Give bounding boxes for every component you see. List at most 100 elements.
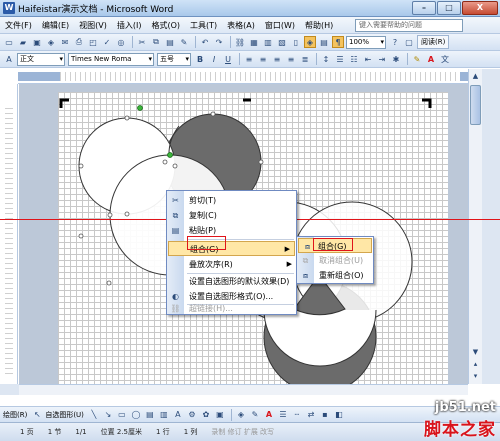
print-preview-icon[interactable]: ◰ <box>87 36 99 48</box>
menu-file[interactable]: 文件(F) <box>0 20 37 31</box>
textbox-icon[interactable]: ▤ <box>144 409 156 421</box>
show-hide-icon[interactable]: ¶ <box>332 36 344 48</box>
clipart-icon[interactable]: ✿ <box>200 409 212 421</box>
cut-icon[interactable]: ✂ <box>136 36 148 48</box>
arrow-icon[interactable]: ↘ <box>102 409 114 421</box>
scroll-up-icon[interactable]: ▲ <box>470 71 481 82</box>
help-search-input[interactable]: 键入需要帮助的问题 <box>355 19 463 32</box>
new-document-icon[interactable]: ▭ <box>3 36 15 48</box>
menu-window[interactable]: 窗口(W) <box>260 20 300 31</box>
copy-icon[interactable]: ⧉ <box>150 36 162 48</box>
next-page-icon[interactable]: ▾ <box>470 371 481 382</box>
zoom-select[interactable]: 100% <box>346 35 386 49</box>
phonetic-icon[interactable]: 文 <box>439 53 451 65</box>
fill-color-icon[interactable]: ◈ <box>235 409 247 421</box>
3d-icon[interactable]: ◧ <box>333 409 345 421</box>
print-icon[interactable]: ⎙ <box>73 36 85 48</box>
save-icon[interactable]: ▣ <box>31 36 43 48</box>
highlight-icon[interactable]: ✎ <box>411 53 423 65</box>
line-icon[interactable]: ╲ <box>88 409 100 421</box>
menu-insert[interactable]: 插入(I) <box>112 20 147 31</box>
style-select[interactable]: 正文 <box>17 52 65 66</box>
scrollbar-thumb[interactable] <box>470 85 481 125</box>
tables-borders-icon[interactable]: ▦ <box>248 36 260 48</box>
distributed-icon[interactable]: ≣ <box>299 53 311 65</box>
align-left-icon[interactable]: ≡ <box>243 53 255 65</box>
underline-button[interactable]: U <box>222 53 234 65</box>
ctx-set-default[interactable]: 设置自选图形的默认效果(D) <box>167 274 296 289</box>
dash-style-icon[interactable]: ┄ <box>291 409 303 421</box>
draw-menu-button[interactable]: 绘图(R) <box>3 410 27 420</box>
ctx-cut[interactable]: ✂ 剪切(T) <box>167 193 296 208</box>
help-icon[interactable]: ? <box>389 36 401 48</box>
right-pane-edge <box>482 69 500 384</box>
diagram-icon[interactable]: ⚙ <box>186 409 198 421</box>
draw-font-color-icon[interactable]: A <box>263 409 275 421</box>
spelling-icon[interactable]: ✓ <box>101 36 113 48</box>
menu-format[interactable]: 格式(O) <box>146 20 185 31</box>
hyperlink-icon[interactable]: ⛓ <box>234 36 246 48</box>
permission-icon[interactable]: ◈ <box>45 36 57 48</box>
menu-edit[interactable]: 编辑(E) <box>37 20 74 31</box>
line-color-icon[interactable]: ✎ <box>249 409 261 421</box>
picture-icon[interactable]: ▣ <box>214 409 226 421</box>
horizontal-ruler[interactable] <box>18 69 500 84</box>
menu-tools[interactable]: 工具(T) <box>185 20 222 31</box>
read-mode-button[interactable]: 阅读(R) <box>417 35 450 49</box>
format-painter-icon[interactable]: ✎ <box>178 36 190 48</box>
word-app-icon[interactable]: W <box>3 2 15 14</box>
shadow-icon[interactable]: ▪ <box>319 409 331 421</box>
minimize-button[interactable]: – <box>412 1 436 15</box>
email-icon[interactable]: ✉ <box>59 36 71 48</box>
ctx-order[interactable]: 叠放次序(R) ▶ <box>167 257 296 272</box>
wordart-icon[interactable]: A <box>172 409 184 421</box>
vertical-ruler[interactable] <box>0 84 18 384</box>
insert-table-icon[interactable]: ▥ <box>262 36 274 48</box>
redo-icon[interactable]: ↷ <box>213 36 225 48</box>
drawing-icon[interactable]: ◈ <box>304 36 316 48</box>
columns-icon[interactable]: ▯ <box>290 36 302 48</box>
horizontal-scrollbar[interactable] <box>19 384 468 395</box>
increase-indent-icon[interactable]: ⇥ <box>376 53 388 65</box>
menu-view[interactable]: 视图(V) <box>74 20 112 31</box>
menu-help[interactable]: 帮助(H) <box>300 20 338 31</box>
open-folder-icon[interactable]: ▰ <box>17 36 29 48</box>
align-right-icon[interactable]: ≡ <box>271 53 283 65</box>
research-icon[interactable]: ◎ <box>115 36 127 48</box>
vertical-textbox-icon[interactable]: ▥ <box>158 409 170 421</box>
menu-table[interactable]: 表格(A) <box>222 20 260 31</box>
submenu-arrow-icon: ▶ <box>284 245 290 253</box>
oval-icon[interactable]: ◯ <box>130 409 142 421</box>
arrow-style-icon[interactable]: ⇄ <box>305 409 317 421</box>
char-scale-icon[interactable]: ✱ <box>390 53 402 65</box>
bold-button[interactable]: B <box>194 53 206 65</box>
scroll-down-icon[interactable]: ▼ <box>470 347 481 358</box>
align-center-icon[interactable]: ≡ <box>257 53 269 65</box>
vertical-scrollbar[interactable]: ▲ ▼ ▴ ▾ <box>468 69 482 384</box>
italic-button[interactable]: I <box>208 53 220 65</box>
font-size-select[interactable]: 五号 <box>157 52 191 66</box>
decrease-indent-icon[interactable]: ⇤ <box>362 53 374 65</box>
ctx-copy[interactable]: ⧉ 复制(C) <box>167 208 296 223</box>
font-select[interactable]: Times New Roma <box>68 52 154 66</box>
line-style-icon[interactable]: ☰ <box>277 409 289 421</box>
document-map-icon[interactable]: ▤ <box>318 36 330 48</box>
numbering-icon[interactable]: ☰ <box>334 53 346 65</box>
line-spacing-icon[interactable]: ↕ <box>320 53 332 65</box>
font-color-button[interactable]: A <box>425 53 437 65</box>
styles-icon[interactable]: A <box>3 53 15 65</box>
close-button[interactable]: X <box>462 1 498 15</box>
previous-page-icon[interactable]: ▴ <box>470 359 481 370</box>
autoshapes-button[interactable]: 自选图形(U) <box>45 410 84 420</box>
insert-excel-icon[interactable]: ▧ <box>276 36 288 48</box>
paste-icon[interactable]: ▤ <box>164 36 176 48</box>
select-objects-icon[interactable]: ↖ <box>31 409 43 421</box>
read-mode-icon[interactable]: ▢ <box>403 36 415 48</box>
submenu-regroup[interactable]: ⧈ 重新组合(O) <box>297 268 373 283</box>
justify-icon[interactable]: ≡ <box>285 53 297 65</box>
undo-icon[interactable]: ↶ <box>199 36 211 48</box>
rectangle-icon[interactable]: ▭ <box>116 409 128 421</box>
view-buttons[interactable] <box>0 384 19 395</box>
maximize-button[interactable]: □ <box>437 1 461 15</box>
bullets-icon[interactable]: ☷ <box>348 53 360 65</box>
